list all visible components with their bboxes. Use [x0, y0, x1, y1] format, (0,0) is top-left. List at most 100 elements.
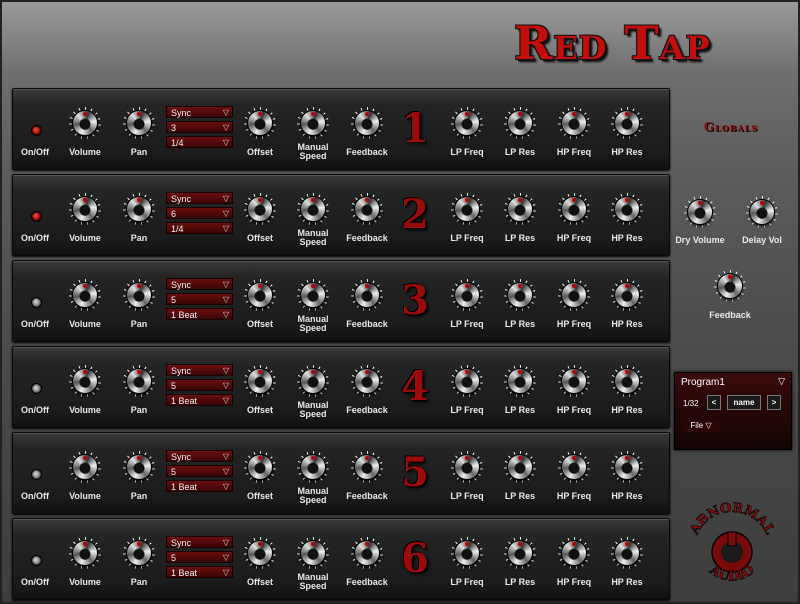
- volume-knob[interactable]: [65, 533, 105, 573]
- tap-on-off-led[interactable]: [31, 211, 42, 222]
- sync-value-select[interactable]: 5 ▽: [166, 379, 233, 391]
- tap-on-off-led[interactable]: [31, 297, 42, 308]
- select-arrow-icon: ▽: [222, 467, 229, 476]
- lp-res-knob[interactable]: [500, 103, 540, 143]
- hp-freq-knob[interactable]: [554, 361, 594, 401]
- hp-freq-label: HP Freq: [556, 319, 592, 329]
- hp-res-knob[interactable]: [607, 275, 647, 315]
- pan-knob[interactable]: [119, 533, 159, 573]
- offset-knob[interactable]: [240, 533, 280, 573]
- sync-mode-select-value: Sync: [171, 194, 192, 204]
- volume-knob[interactable]: [65, 189, 105, 229]
- tap-on-off-led[interactable]: [31, 383, 42, 394]
- volume-knob[interactable]: [65, 361, 105, 401]
- lp-freq-knob[interactable]: [447, 361, 487, 401]
- lp-freq-knob[interactable]: [447, 447, 487, 487]
- program-name[interactable]: Program1: [681, 377, 725, 388]
- tap-on-off-led[interactable]: [31, 555, 42, 566]
- feedback-knob[interactable]: [347, 447, 387, 487]
- hp-freq-knob[interactable]: [554, 189, 594, 229]
- program-dropdown-icon[interactable]: ▽: [778, 376, 785, 387]
- lp-freq-label: LP Freq: [450, 147, 484, 157]
- sync-value-select-value: 6: [171, 209, 177, 219]
- lp-res-knob[interactable]: [500, 275, 540, 315]
- sync-value-select[interactable]: 5 ▽: [166, 293, 233, 305]
- offset-knob[interactable]: [240, 189, 280, 229]
- lp-freq-knob[interactable]: [447, 103, 487, 143]
- offset-knob[interactable]: [240, 103, 280, 143]
- volume-knob[interactable]: [65, 447, 105, 487]
- manual-speed-knob[interactable]: [293, 361, 333, 401]
- lp-freq-knob[interactable]: [447, 275, 487, 315]
- next-program-button[interactable]: >: [767, 395, 781, 410]
- division-select-value: 1 Beat: [171, 396, 198, 406]
- prev-program-button[interactable]: <: [707, 395, 721, 410]
- offset-knob[interactable]: [240, 275, 280, 315]
- tap-on-off-led[interactable]: [31, 469, 42, 480]
- manual-speed-knob[interactable]: [293, 533, 333, 573]
- feedback-knob[interactable]: [347, 103, 387, 143]
- sync-value-select[interactable]: 6 ▽: [166, 207, 233, 219]
- manual-speed-knob[interactable]: [293, 189, 333, 229]
- pan-knob[interactable]: [119, 189, 159, 229]
- tap-number: 5: [401, 449, 429, 496]
- select-arrow-icon: ▽: [222, 366, 229, 375]
- manual-speed-knob[interactable]: [293, 103, 333, 143]
- feedback-knob[interactable]: [347, 275, 387, 315]
- pan-knob[interactable]: [119, 103, 159, 143]
- division-select[interactable]: 1/4 ▽: [166, 222, 233, 234]
- dry-volume-knob[interactable]: [680, 192, 720, 232]
- hp-res-knob[interactable]: [607, 533, 647, 573]
- offset-knob[interactable]: [240, 361, 280, 401]
- abnormal-audio-logo: ABNORMAL AUDIO: [686, 502, 777, 585]
- lp-freq-knob[interactable]: [447, 533, 487, 573]
- global-feedback-knob[interactable]: [710, 266, 750, 306]
- feedback-knob[interactable]: [347, 189, 387, 229]
- pan-knob[interactable]: [119, 361, 159, 401]
- tap-on-off-led[interactable]: [31, 125, 42, 136]
- offset-knob[interactable]: [240, 447, 280, 487]
- hp-res-knob[interactable]: [607, 447, 647, 487]
- select-arrow-icon: ▽: [222, 280, 229, 289]
- hp-freq-knob[interactable]: [554, 533, 594, 573]
- manual-speed-knob[interactable]: [293, 275, 333, 315]
- manual-speed-knob[interactable]: [293, 447, 333, 487]
- program-name-button[interactable]: name: [727, 395, 761, 410]
- volume-knob[interactable]: [65, 103, 105, 143]
- division-select[interactable]: 1 Beat ▽: [166, 480, 233, 492]
- sync-mode-select[interactable]: Sync ▽: [166, 106, 233, 118]
- pan-knob[interactable]: [119, 275, 159, 315]
- pan-knob[interactable]: [119, 447, 159, 487]
- lp-res-knob[interactable]: [500, 447, 540, 487]
- lp-res-knob[interactable]: [500, 361, 540, 401]
- sync-value-select[interactable]: 5 ▽: [166, 551, 233, 563]
- division-select[interactable]: 1 Beat ▽: [166, 566, 233, 578]
- hp-res-knob[interactable]: [607, 361, 647, 401]
- file-menu-button[interactable]: File ▽: [683, 420, 719, 432]
- sync-mode-select[interactable]: Sync ▽: [166, 536, 233, 548]
- tap-number: 2: [401, 191, 429, 238]
- feedback-label: Feedback: [346, 491, 388, 501]
- sync-mode-select[interactable]: Sync ▽: [166, 278, 233, 290]
- feedback-knob[interactable]: [347, 361, 387, 401]
- sync-value-select[interactable]: 5 ▽: [166, 465, 233, 477]
- global-feedback-label: Feedback: [709, 310, 751, 320]
- delay-vol-knob[interactable]: [742, 192, 782, 232]
- hp-freq-knob[interactable]: [554, 275, 594, 315]
- lp-freq-knob[interactable]: [447, 189, 487, 229]
- sync-value-select[interactable]: 3 ▽: [166, 121, 233, 133]
- sync-mode-select[interactable]: Sync ▽: [166, 450, 233, 462]
- sync-mode-select[interactable]: Sync ▽: [166, 192, 233, 204]
- division-select[interactable]: 1/4 ▽: [166, 136, 233, 148]
- feedback-knob[interactable]: [347, 533, 387, 573]
- sync-mode-select[interactable]: Sync ▽: [166, 364, 233, 376]
- division-select[interactable]: 1 Beat ▽: [166, 308, 233, 320]
- hp-res-knob[interactable]: [607, 103, 647, 143]
- hp-freq-knob[interactable]: [554, 447, 594, 487]
- lp-res-knob[interactable]: [500, 189, 540, 229]
- hp-res-knob[interactable]: [607, 189, 647, 229]
- division-select[interactable]: 1 Beat ▽: [166, 394, 233, 406]
- volume-knob[interactable]: [65, 275, 105, 315]
- lp-res-knob[interactable]: [500, 533, 540, 573]
- hp-freq-knob[interactable]: [554, 103, 594, 143]
